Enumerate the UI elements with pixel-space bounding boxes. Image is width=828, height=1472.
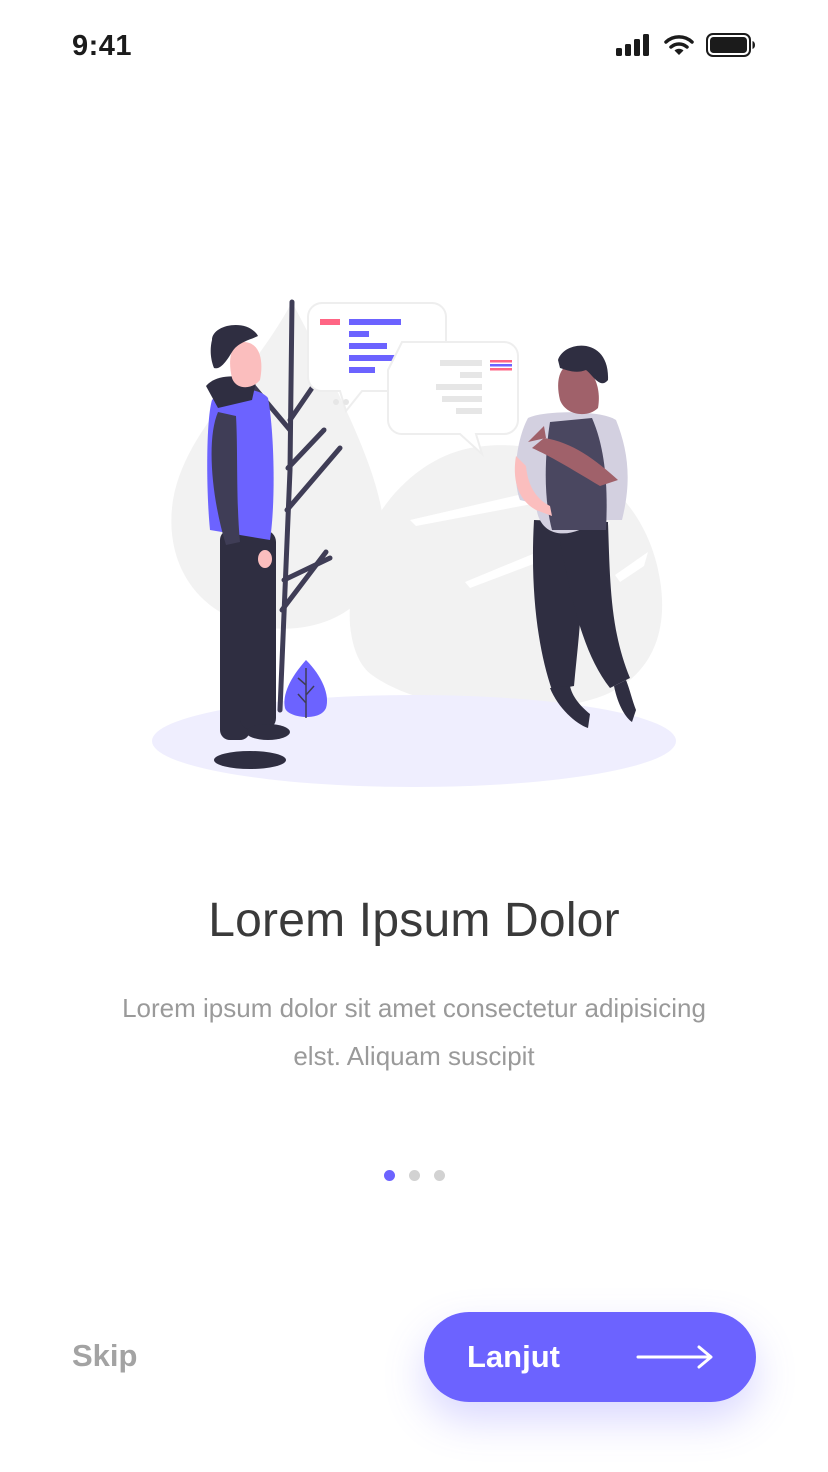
page-dot-2[interactable]: [408, 1170, 420, 1181]
plant-illustration: [284, 660, 328, 718]
page-dot-1[interactable]: [383, 1170, 395, 1181]
skip-button[interactable]: Skip: [72, 1338, 137, 1374]
two-people-chatting-illustration: [152, 299, 676, 787]
onboarding-subtitle: Lorem ipsum dolor sit amet consectetur a…: [122, 993, 706, 1071]
status-bar: 9:41: [0, 0, 828, 96]
status-icons: [616, 32, 756, 58]
chat-bubble-back: [387, 341, 519, 458]
status-time: 9:41: [72, 30, 133, 62]
page-indicator: [0, 1170, 828, 1181]
next-button[interactable]: Lanjut: [424, 1312, 756, 1402]
page-dot-3[interactable]: [433, 1170, 445, 1181]
wifi-icon: [664, 35, 694, 55]
arrow-right-icon: [636, 1345, 713, 1369]
battery-icon: [706, 33, 755, 57]
onboarding-title: Lorem Ipsum Dolor: [208, 894, 620, 947]
next-button-label: Lanjut: [467, 1339, 560, 1374]
signal-icon: [616, 34, 649, 56]
